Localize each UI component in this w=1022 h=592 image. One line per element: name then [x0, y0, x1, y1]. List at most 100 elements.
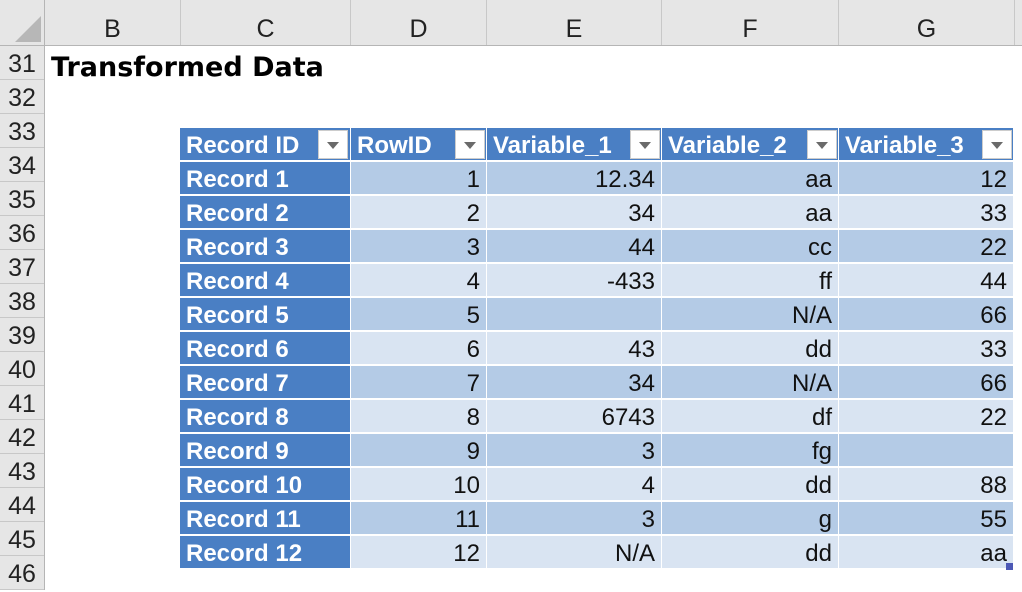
variable-2-cell[interactable]: ff [662, 264, 839, 297]
variable-2-cell[interactable]: dd [662, 536, 839, 569]
rowid-cell[interactable]: 4 [351, 264, 487, 297]
variable-1-cell[interactable] [487, 298, 662, 331]
filter-dropdown-icon[interactable] [455, 130, 485, 159]
row-header-46[interactable]: 46 [0, 556, 44, 590]
row-header-43[interactable]: 43 [0, 454, 44, 488]
header-variable-2[interactable]: Variable_2 [662, 128, 839, 161]
rowid-cell[interactable]: 10 [351, 468, 487, 501]
variable-1-cell[interactable]: 12.34 [487, 162, 662, 195]
select-all-button[interactable] [0, 0, 45, 45]
variable-1-cell[interactable]: 43 [487, 332, 662, 365]
rowid-cell[interactable]: 8 [351, 400, 487, 433]
row-header-42[interactable]: 42 [0, 420, 44, 454]
variable-2-cell[interactable]: aa [662, 162, 839, 195]
header-variable-1[interactable]: Variable_1 [487, 128, 662, 161]
row-header-33[interactable]: 33 [0, 114, 44, 148]
row-header-35[interactable]: 35 [0, 182, 44, 216]
rowid-cell[interactable]: 12 [351, 536, 487, 569]
variable-1-cell[interactable]: 44 [487, 230, 662, 263]
variable-1-cell[interactable]: -433 [487, 264, 662, 297]
variable-2-cell[interactable]: dd [662, 332, 839, 365]
record-id-cell[interactable]: Record 9 [180, 434, 351, 467]
rowid-cell[interactable]: 9 [351, 434, 487, 467]
variable-3-cell[interactable]: 66 [839, 298, 1014, 331]
column-header-d[interactable]: D [351, 0, 487, 45]
column-header-f[interactable]: F [662, 0, 839, 45]
rowid-cell[interactable]: 7 [351, 366, 487, 399]
filter-dropdown-icon[interactable] [807, 130, 837, 159]
variable-2-cell[interactable]: fg [662, 434, 839, 467]
column-header-g[interactable]: G [839, 0, 1015, 45]
variable-3-cell[interactable] [839, 434, 1014, 467]
variable-1-cell[interactable]: 34 [487, 196, 662, 229]
record-id-cell[interactable]: Record 8 [180, 400, 351, 433]
row-header-40[interactable]: 40 [0, 352, 44, 386]
header-record-id[interactable]: Record ID [180, 128, 351, 161]
row-header-44[interactable]: 44 [0, 488, 44, 522]
record-id-cell[interactable]: Record 5 [180, 298, 351, 331]
variable-2-cell[interactable]: df [662, 400, 839, 433]
row-header-41[interactable]: 41 [0, 386, 44, 420]
row-header-32[interactable]: 32 [0, 80, 44, 114]
record-id-cell[interactable]: Record 2 [180, 196, 351, 229]
variable-3-cell[interactable]: 33 [839, 196, 1014, 229]
variable-3-cell[interactable]: 88 [839, 468, 1014, 501]
variable-3-cell[interactable]: 55 [839, 502, 1014, 535]
variable-3-cell[interactable]: 12 [839, 162, 1014, 195]
rowid-cell[interactable]: 5 [351, 298, 487, 331]
record-id-cell[interactable]: Record 7 [180, 366, 351, 399]
column-header-c[interactable]: C [181, 0, 351, 45]
row-header-38[interactable]: 38 [0, 284, 44, 318]
variable-3-cell[interactable]: 66 [839, 366, 1014, 399]
table-row: Record 5 5 N/A 66 [180, 298, 1014, 331]
variable-1-cell[interactable]: 3 [487, 502, 662, 535]
variable-3-cell[interactable]: 22 [839, 400, 1014, 433]
column-header-e[interactable]: E [487, 0, 662, 45]
variable-1-cell[interactable]: 6743 [487, 400, 662, 433]
table-row: Record 9 9 3 fg [180, 434, 1014, 467]
variable-1-cell[interactable]: 3 [487, 434, 662, 467]
record-id-cell[interactable]: Record 11 [180, 502, 351, 535]
variable-2-cell[interactable]: aa [662, 196, 839, 229]
record-id-cell[interactable]: Record 12 [180, 536, 351, 569]
variable-2-cell[interactable]: g [662, 502, 839, 535]
variable-2-cell[interactable]: N/A [662, 366, 839, 399]
filter-dropdown-icon[interactable] [982, 130, 1012, 159]
table-row: Record 8 8 6743 df 22 [180, 400, 1014, 433]
row-header-45[interactable]: 45 [0, 522, 44, 556]
rowid-cell[interactable]: 1 [351, 162, 487, 195]
rowid-cell[interactable]: 11 [351, 502, 487, 535]
table-row: Record 6 6 43 dd 33 [180, 332, 1014, 365]
variable-1-cell[interactable]: 34 [487, 366, 662, 399]
table-resize-handle[interactable] [1006, 563, 1013, 570]
rowid-cell[interactable]: 2 [351, 196, 487, 229]
variable-2-cell[interactable]: cc [662, 230, 839, 263]
variable-2-cell[interactable]: N/A [662, 298, 839, 331]
record-id-cell[interactable]: Record 10 [180, 468, 351, 501]
variable-3-cell[interactable]: aa [839, 536, 1014, 569]
filter-dropdown-icon[interactable] [318, 130, 348, 159]
variable-1-cell[interactable]: 4 [487, 468, 662, 501]
table-row: Record 1 1 12.34 aa 12 [180, 162, 1014, 195]
variable-3-cell[interactable]: 44 [839, 264, 1014, 297]
row-header-31[interactable]: 31 [0, 46, 44, 80]
variable-2-cell[interactable]: dd [662, 468, 839, 501]
row-header-37[interactable]: 37 [0, 250, 44, 284]
record-id-cell[interactable]: Record 3 [180, 230, 351, 263]
variable-1-cell[interactable]: N/A [487, 536, 662, 569]
header-variable-3[interactable]: Variable_3 [839, 128, 1014, 161]
filter-dropdown-icon[interactable] [630, 130, 660, 159]
rowid-cell[interactable]: 6 [351, 332, 487, 365]
row-header-34[interactable]: 34 [0, 148, 44, 182]
rowid-cell[interactable]: 3 [351, 230, 487, 263]
record-id-cell[interactable]: Record 6 [180, 332, 351, 365]
variable-3-cell[interactable]: 22 [839, 230, 1014, 263]
variable-3-cell[interactable]: 33 [839, 332, 1014, 365]
row-header-39[interactable]: 39 [0, 318, 44, 352]
header-rowid[interactable]: RowID [351, 128, 487, 161]
record-id-cell[interactable]: Record 4 [180, 264, 351, 297]
column-header-b[interactable]: B [45, 0, 181, 45]
table-row: Record 7 7 34 N/A 66 [180, 366, 1014, 399]
record-id-cell[interactable]: Record 1 [180, 162, 351, 195]
row-header-36[interactable]: 36 [0, 216, 44, 250]
